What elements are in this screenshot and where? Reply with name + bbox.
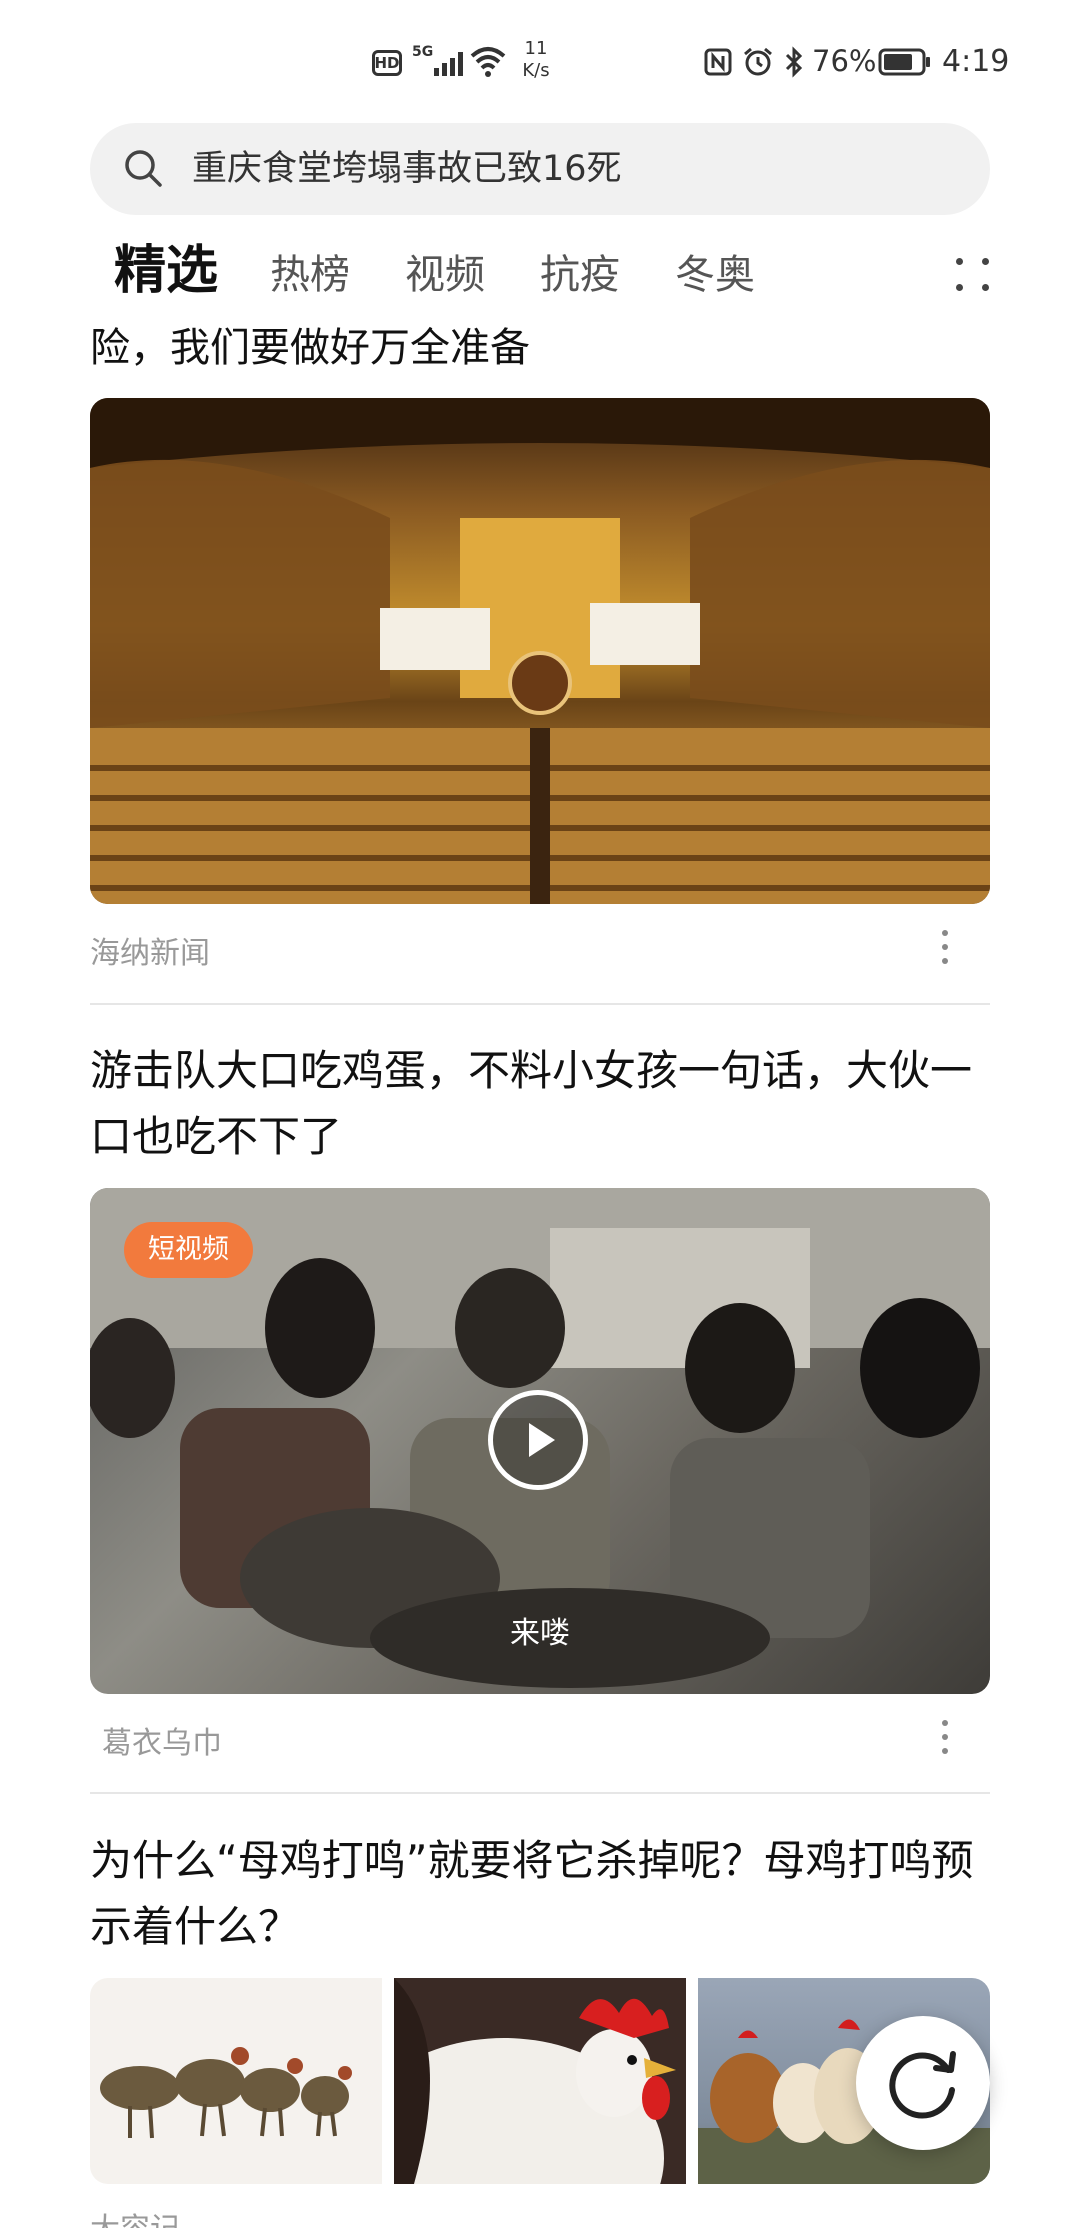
article-image[interactable] xyxy=(90,398,990,904)
speed-unit: K/s xyxy=(522,60,550,81)
battery-icon xyxy=(878,48,930,76)
tab-anti-epidemic[interactable]: 抗疫 xyxy=(540,250,620,300)
video-source[interactable]: 葛衣乌巾 xyxy=(102,1718,222,1762)
channel-tabs: 精选 热榜 视频 抗疫 冬奥 xyxy=(90,236,990,316)
speed-value: 11 xyxy=(524,38,548,59)
article-thumbnail[interactable] xyxy=(394,1978,686,2184)
battery-percent: 76% xyxy=(812,44,877,78)
assembly-hall-image xyxy=(90,398,990,904)
more-options-icon[interactable] xyxy=(941,930,949,966)
tab-hot-list[interactable]: 热榜 xyxy=(270,250,350,300)
alarm-icon xyxy=(744,47,772,76)
tab-video[interactable]: 视频 xyxy=(405,250,485,300)
tab-featured[interactable]: 精选 xyxy=(114,236,218,306)
divider xyxy=(90,1792,990,1794)
search-icon xyxy=(125,150,162,187)
wifi-icon xyxy=(470,47,506,77)
play-button[interactable] xyxy=(488,1390,588,1490)
refresh-button[interactable] xyxy=(856,2016,990,2150)
video-thumbnail[interactable]: 短视频 来喽 xyxy=(90,1188,990,1694)
search-bar[interactable]: 重庆食堂垮塌事故已致16死 xyxy=(90,123,990,215)
article-source[interactable]: 海纳新闻 xyxy=(90,928,210,972)
play-icon xyxy=(529,1423,555,1457)
video-title[interactable]: 游击队大口吃鸡蛋，不料小女孩一句话，大伙一口也吃不下了 xyxy=(90,1038,1000,1170)
tab-winter-olympics[interactable]: 冬奥 xyxy=(675,250,755,300)
article-title[interactable]: 为什么“母鸡打鸣”就要将它杀掉呢？母鸡打鸣预示着什么？ xyxy=(90,1828,1000,1960)
bluetooth-icon xyxy=(785,46,803,78)
channel-menu-icon[interactable] xyxy=(952,254,994,296)
rooster-image xyxy=(394,1978,676,2184)
clock: 4:19 xyxy=(942,44,1010,79)
search-query: 重庆食堂垮塌事故已致16死 xyxy=(192,149,622,189)
video-subtitle: 来喽 xyxy=(510,1616,570,1651)
more-options-icon[interactable] xyxy=(941,1720,949,1756)
hd-badge: HD xyxy=(372,50,402,76)
dinosaur-chicken-image xyxy=(100,2047,352,2139)
network-type: 5G xyxy=(412,44,434,60)
nfc-icon xyxy=(704,48,732,76)
network-speed: 11 K/s xyxy=(518,38,554,82)
article-source[interactable]: 大容记 xyxy=(90,2204,180,2228)
article-thumbnail[interactable] xyxy=(90,1978,382,2184)
refresh-icon xyxy=(889,2051,956,2119)
short-video-badge: 短视频 xyxy=(124,1222,253,1278)
divider xyxy=(90,1003,990,1005)
article-title[interactable]: 险，我们要做好万全准备 xyxy=(90,318,990,366)
status-bar: HD 5G 11 K/s 76% 4:19 xyxy=(0,0,1080,120)
